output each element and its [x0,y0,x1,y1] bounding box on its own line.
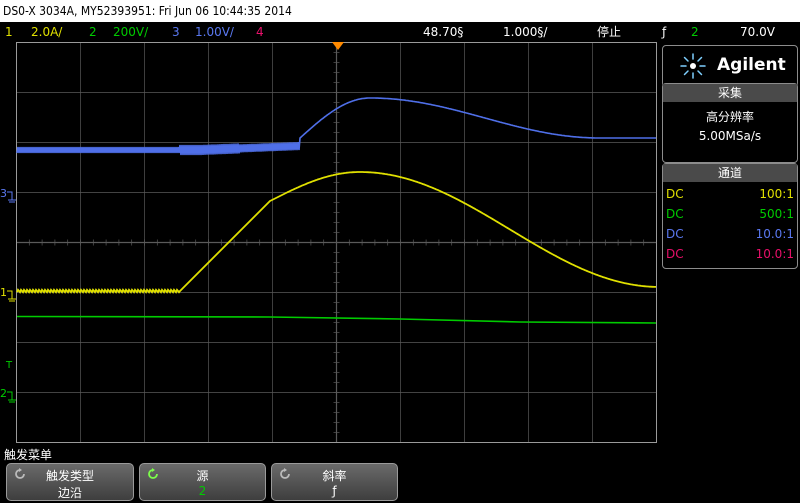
channel-2-row[interactable]: DC 500:1 [663,204,797,224]
time-delay[interactable]: 48.70§ [423,22,463,42]
channel-3-row[interactable]: DC 10.0:1 [663,224,797,244]
graticule [16,42,657,443]
acquisition-mode: 高分辨率 [705,110,754,124]
slope-softkey[interactable]: 斜率 ƒ [271,463,398,501]
ch1-ground-marker[interactable]: 1 [0,286,16,302]
ch4-number[interactable]: 4 [256,22,264,42]
ch2-ground-marker[interactable]: 2 [0,387,16,403]
sample-rate: 5.00MSa/s [698,129,762,143]
brand-name: Agilent [717,55,786,75]
source-softkey[interactable]: 源 2 [139,463,266,501]
svg-text:T: T [5,360,13,371]
slope-value: ƒ [332,484,337,498]
svg-text:2: 2 [0,387,7,400]
channel-3-coupling: DC [666,227,684,241]
channel-4-row[interactable]: DC 10.0:1 [663,244,797,264]
ch1-number[interactable]: 1 [5,22,13,42]
source-label: 源 [196,469,209,483]
source-value: 2 [198,484,207,498]
trigger-type-softkey[interactable]: 触发类型 边沿 [6,463,134,501]
status-bar: 1 2.0A/ 2 200V/ 3 1.00V/ 4 48.70§ 1.000§… [0,22,800,42]
trigger-position-marker[interactable] [332,42,344,50]
slope-label: 斜率 [322,469,347,483]
agilent-spark-logo-icon [680,53,706,79]
channel-2-probe-ratio: 500:1 [759,207,794,221]
window-title-bar: DS0-X 3034A, MY52393951: Fri Jun 06 10:4… [0,0,800,22]
ch3-ground-marker[interactable]: 3 [0,187,16,203]
brand-box: Agilent [662,45,798,87]
trigger-type-label: 触发类型 [45,469,94,483]
channels-box: 通道 DC 100:1 DC 500:1 DC 10.0:1 DC 10.0:1 [662,163,798,269]
ch2-scale[interactable]: 200V/ [113,22,148,42]
trigger-slope-icon: ƒ [662,25,667,39]
softkey-menu-title: 触发菜单 [4,448,53,462]
softkey-bar: 触发类型 边沿 源 2 斜率 ƒ [0,462,800,503]
trigger-type-value: 边沿 [57,486,82,500]
channel-1-row[interactable]: DC 100:1 [663,184,797,204]
run-stop-state: 停止 [597,25,622,39]
ch3-number[interactable]: 3 [172,22,180,42]
svg-text:1: 1 [0,286,7,299]
ch2-number[interactable]: 2 [89,22,97,42]
channel-3-probe-ratio: 10.0:1 [755,227,794,241]
acquisition-box: 采集 高分辨率 5.00MSa/s [662,83,798,163]
trigger-channel: 2 [691,25,699,39]
channel-4-coupling: DC [666,247,684,261]
channel-1-coupling: DC [666,187,684,201]
channel-4-probe-ratio: 10.0:1 [755,247,794,261]
trigger-level-marker[interactable]: T [5,360,13,371]
channels-header: 通道 [663,164,797,182]
waveform-display[interactable]: 3 1 T 2 [0,42,660,444]
time-scale[interactable]: 1.000§/ [503,22,547,42]
ch1-scale[interactable]: 2.0A/ [31,22,62,42]
channel-2-coupling: DC [666,207,684,221]
side-panel: Agilent 采集 高分辨率 5.00MSa/s 通道 DC 100:1 DC… [660,42,800,444]
svg-text:3: 3 [0,187,7,200]
channel-1-probe-ratio: 100:1 [759,187,794,201]
acquisition-header: 采集 [663,84,797,102]
window-title: DS0-X 3034A, MY52393951: Fri Jun 06 10:4… [3,4,292,18]
ch3-scale[interactable]: 1.00V/ [195,22,234,42]
trigger-level[interactable]: 70.0V [740,22,775,42]
